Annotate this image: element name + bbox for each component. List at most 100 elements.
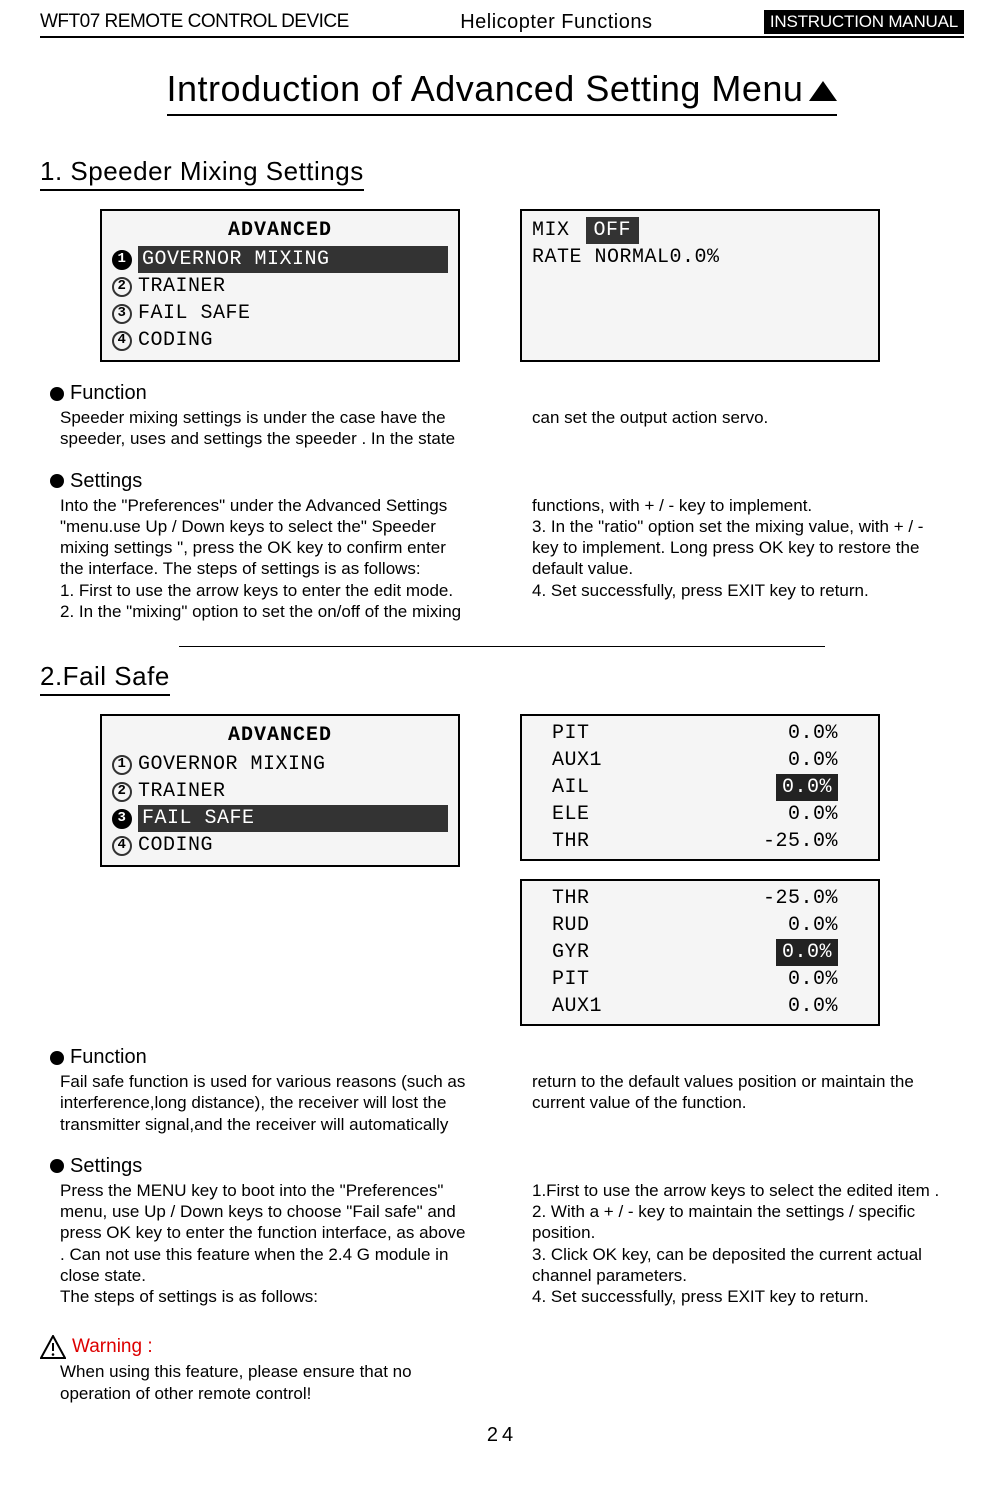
menu-item: 3 FAIL SAFE (112, 300, 448, 327)
function-body-1: Speeder mixing settings is under the cas… (40, 407, 964, 460)
menu-item-number-icon: 1 (112, 250, 132, 270)
function-body-2-text: Fail safe function is used for various r… (60, 1071, 944, 1135)
settings-body-2-text: Press the MENU key to boot into the "Pre… (60, 1180, 944, 1308)
channel-value: 0.0% (776, 939, 838, 966)
rate-line: RATE NORMAL0.0% (532, 244, 868, 271)
menu-item-number-icon: 4 (112, 836, 132, 856)
channel-name: PIT (532, 966, 632, 993)
menu-item-label: CODING (138, 327, 448, 354)
function-heading-1: Function (50, 382, 964, 405)
channel-name: AUX1 (532, 993, 632, 1020)
page-title-text: Introduction of Advanced Setting Menu (167, 68, 804, 109)
menu-item-label: FAIL SAFE (138, 805, 448, 832)
channel-value: 0.0% (788, 720, 838, 747)
warning-body: When using this feature, please ensure t… (40, 1361, 964, 1414)
channel-value: 0.0% (788, 966, 838, 993)
lcd-advanced-menu-1: ADVANCED 1 GOVERNOR MIXING 2 TRAINER 3 FAIL S… (100, 209, 460, 362)
channel-name: AUX1 (532, 747, 632, 774)
settings-heading-2: Settings (50, 1155, 964, 1178)
channel-row: THR -25.0% (532, 828, 868, 855)
settings-heading-1: Settings (50, 470, 964, 493)
channel-name: GYR (532, 939, 632, 966)
channel-row: PIT 0.0% (532, 966, 868, 993)
section1-title: 1. Speeder Mixing Settings (40, 156, 364, 191)
settings-body-2: Press the MENU key to boot into the "Pre… (40, 1180, 964, 1318)
function-body-1-text: Speeder mixing settings is under the cas… (60, 407, 944, 450)
bullet-icon (50, 1159, 64, 1173)
menu-item-label: GOVERNOR MIXING (138, 751, 448, 778)
menu-item: 2 TRAINER (112, 778, 448, 805)
page-header: WFT07 REMOTE CONTROL DEVICE Helicopter F… (40, 10, 964, 38)
channel-row: ELE 0.0% (532, 801, 868, 828)
menu-item-number-icon: 3 (112, 304, 132, 324)
settings-body-1: Into the "Preferences" under the Advance… (40, 495, 964, 633)
settings-body-1-text: Into the "Preferences" under the Advance… (60, 495, 944, 623)
mix-value: OFF (586, 217, 640, 244)
settings-heading-2-text: Settings (70, 1155, 142, 1178)
page-title: Introduction of Advanced Setting Menu (167, 68, 838, 116)
channel-value: 0.0% (776, 774, 838, 801)
channel-value: 0.0% (788, 801, 838, 828)
channel-row: AIL 0.0% (532, 774, 868, 801)
menu-item: 2 TRAINER (112, 273, 448, 300)
function-heading-2: Function (50, 1046, 964, 1069)
section2-title: 2.Fail Safe (40, 661, 170, 696)
channel-name: AIL (532, 774, 632, 801)
section-fail-safe: 2.Fail Safe ADVANCED 1 GOVERNOR MIXING 2 TR… (40, 661, 964, 1317)
mix-label: MIX (532, 217, 570, 244)
channel-name: ELE (532, 801, 632, 828)
warning-text: When using this feature, please ensure t… (60, 1361, 472, 1404)
bullet-icon (50, 474, 64, 488)
channel-name: THR (532, 828, 632, 855)
header-right: INSTRUCTION MANUAL (764, 10, 964, 34)
menu-item-number-icon: 1 (112, 755, 132, 775)
channel-row: AUX1 0.0% (532, 747, 868, 774)
warning-triangle-icon (40, 1335, 66, 1359)
menu-item: 1 GOVERNOR MIXING (112, 246, 448, 273)
menu-item-label: FAIL SAFE (138, 300, 448, 327)
menu-item: 3 FAIL SAFE (112, 805, 448, 832)
menu-item: 4 CODING (112, 832, 448, 859)
bullet-icon (50, 1051, 64, 1065)
function-body-2: Fail safe function is used for various r… (40, 1071, 964, 1145)
menu-item-number-icon: 2 (112, 277, 132, 297)
section-speeder-mixing: 1. Speeder Mixing Settings ADVANCED 1 GOV… (40, 156, 964, 647)
lcd-header: ADVANCED (112, 722, 448, 749)
menu-item-label: CODING (138, 832, 448, 859)
channel-name: THR (532, 885, 632, 912)
menu-item: 1 GOVERNOR MIXING (112, 751, 448, 778)
function-heading-1-text: Function (70, 382, 147, 405)
menu-item-number-icon: 2 (112, 782, 132, 802)
triangle-up-icon (809, 81, 837, 101)
lcd-failsafe-values-bottom: THR -25.0% RUD 0.0% GYR 0.0% PIT 0.0% AUX1 0.0% (520, 879, 880, 1026)
warning-heading: Warning : (40, 1335, 964, 1359)
channel-row: THR -25.0% (532, 885, 868, 912)
menu-item-label: TRAINER (138, 778, 448, 805)
settings-heading-1-text: Settings (70, 470, 142, 493)
bullet-icon (50, 387, 64, 401)
divider (179, 646, 826, 647)
lcd-mix-rate: MIX OFF RATE NORMAL0.0% (520, 209, 880, 362)
menu-item-label: TRAINER (138, 273, 448, 300)
menu-item-label: GOVERNOR MIXING (138, 246, 448, 273)
header-left: WFT07 REMOTE CONTROL DEVICE (40, 11, 349, 33)
channel-value: -25.0% (763, 885, 838, 912)
page-number: 24 (40, 1424, 964, 1447)
header-center: Helicopter Functions (349, 11, 764, 34)
channel-name: RUD (532, 912, 632, 939)
channel-value: 0.0% (788, 912, 838, 939)
channel-row: AUX1 0.0% (532, 993, 868, 1020)
function-heading-2-text: Function (70, 1046, 147, 1069)
menu-item: 4CODING (112, 327, 448, 354)
channel-value: 0.0% (788, 747, 838, 774)
channel-row: RUD 0.0% (532, 912, 868, 939)
channel-row: PIT 0.0% (532, 720, 868, 747)
menu-item-number-icon: 3 (112, 809, 132, 829)
warning-label: Warning : (72, 1336, 153, 1358)
lcd-advanced-menu-2: ADVANCED 1 GOVERNOR MIXING 2 TRAINER 3 FAIL S… (100, 714, 460, 867)
channel-value: -25.0% (763, 828, 838, 855)
lcd-header: ADVANCED (112, 217, 448, 244)
channel-row: GYR 0.0% (532, 939, 868, 966)
channel-value: 0.0% (788, 993, 838, 1020)
channel-name: PIT (532, 720, 632, 747)
